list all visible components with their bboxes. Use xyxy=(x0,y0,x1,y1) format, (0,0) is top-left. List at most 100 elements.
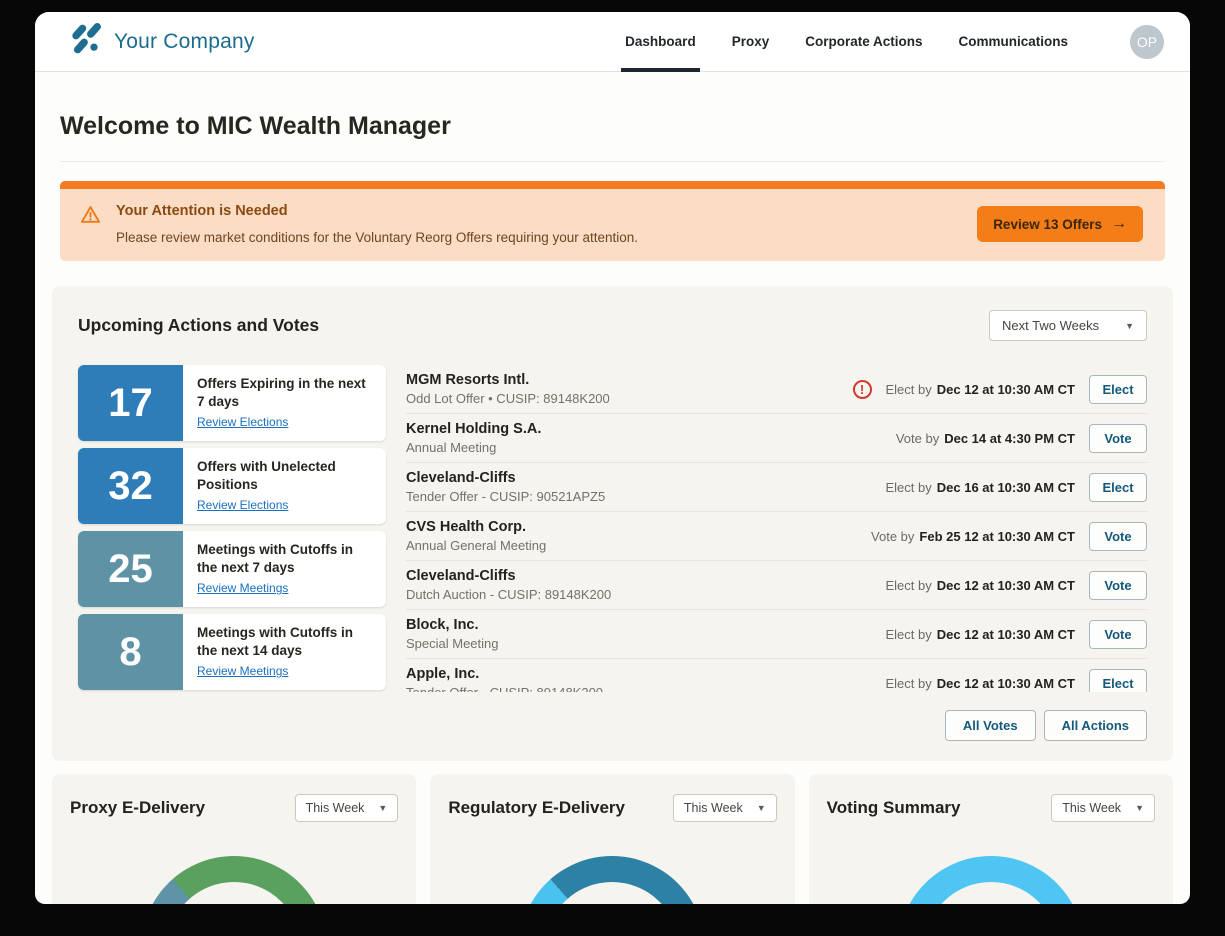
warning-triangle-icon xyxy=(80,205,101,229)
deadline-date: Dec 12 at 10:30 AM CT xyxy=(937,676,1075,691)
voting-donut-chart xyxy=(898,856,1084,904)
deadline-date: Dec 16 at 10:30 AM CT xyxy=(937,480,1075,495)
nav-proxy[interactable]: Proxy xyxy=(732,12,770,72)
all-actions-button[interactable]: All Actions xyxy=(1044,710,1147,741)
review-elections-link[interactable]: Review Elections xyxy=(197,415,374,429)
stat-label: Meetings with Cutoffs in the next 14 day… xyxy=(197,624,374,660)
vote-button[interactable]: Vote xyxy=(1089,522,1147,551)
chevron-down-icon: ▼ xyxy=(1135,803,1144,813)
deadline: Elect by Dec 16 at 10:30 AM CT xyxy=(886,480,1076,495)
timeframe-select[interactable]: Next Two Weeks ▼ xyxy=(989,310,1147,341)
chevron-down-icon: ▼ xyxy=(1125,321,1134,331)
stat-unelected-positions[interactable]: 32 Offers with Unelected Positions Revie… xyxy=(78,448,386,524)
top-navigation-bar: Your Company Dashboard Proxy Corporate A… xyxy=(35,12,1190,72)
company-name: Cleveland-Cliffs xyxy=(406,568,611,584)
arrow-right-icon: → xyxy=(1111,215,1127,233)
vote-button[interactable]: Vote xyxy=(1089,620,1147,649)
alert-title: Your Attention is Needed xyxy=(116,203,638,219)
actions-list-viewport[interactable]: MGM Resorts Intl. Odd Lot Offer • CUSIP:… xyxy=(406,365,1147,692)
company-name: Cleveland-Cliffs xyxy=(406,470,605,486)
deadline-label: Elect by xyxy=(886,676,932,691)
vote-button[interactable]: Vote xyxy=(1089,424,1147,453)
offer-detail: Annual Meeting xyxy=(406,440,541,455)
deadline: Vote byDec 14 at 4:30 PM CT xyxy=(896,431,1075,446)
actions-list: MGM Resorts Intl. Odd Lot Offer • CUSIP:… xyxy=(406,365,1147,741)
deadline-label: Elect by xyxy=(886,578,932,593)
elect-button[interactable]: Elect xyxy=(1089,669,1147,693)
company-name: Block, Inc. xyxy=(406,617,499,633)
offer-detail: Tender Offer - CUSIP: 89148K200 xyxy=(406,685,603,692)
elect-button[interactable]: Elect xyxy=(1089,375,1147,404)
stat-count: 8 xyxy=(78,614,183,690)
deadline-date: Dec 12 at 10:30 AM CT xyxy=(937,627,1075,642)
offer-detail: Dutch Auction - CUSIP: 89148K200 xyxy=(406,587,611,602)
urgent-exclamation-icon: ! xyxy=(853,380,872,399)
brand[interactable]: Your Company xyxy=(67,22,255,61)
nav-communications[interactable]: Communications xyxy=(958,12,1068,72)
stat-label: Offers with Unelected Positions xyxy=(197,458,374,494)
deadline-label: Elect by xyxy=(886,480,932,495)
chevron-down-icon: ▼ xyxy=(757,803,766,813)
alert-accent-bar xyxy=(60,181,1165,189)
offer-detail: Odd Lot Offer • CUSIP: 89148K200 xyxy=(406,391,610,406)
stat-count: 32 xyxy=(78,448,183,524)
review-offers-button[interactable]: Review 13 Offers → xyxy=(977,206,1143,242)
elect-button[interactable]: Elect xyxy=(1089,473,1147,502)
stat-count: 17 xyxy=(78,365,183,441)
page-header: Welcome to MIC Wealth Manager xyxy=(35,72,1190,162)
offer-detail: Special Meeting xyxy=(406,636,499,651)
stat-meetings-7-days[interactable]: 25 Meetings with Cutoffs in the next 7 d… xyxy=(78,531,386,607)
deadline-label: Elect by xyxy=(886,382,932,397)
nav-dashboard[interactable]: Dashboard xyxy=(625,12,696,72)
chart-title: Voting Summary xyxy=(827,798,961,818)
page-title: Welcome to MIC Wealth Manager xyxy=(60,112,1165,162)
voting-timeframe-select[interactable]: This Week ▼ xyxy=(1051,794,1155,822)
action-row: MGM Resorts Intl. Odd Lot Offer • CUSIP:… xyxy=(406,365,1147,414)
deadline-label: Vote by xyxy=(871,529,914,544)
regulatory-timeframe-select[interactable]: This Week ▼ xyxy=(673,794,777,822)
timeframe-value: This Week xyxy=(306,801,365,815)
upcoming-title: Upcoming Actions and Votes xyxy=(78,315,319,336)
company-name: MGM Resorts Intl. xyxy=(406,372,610,388)
chart-title: Proxy E-Delivery xyxy=(70,798,205,818)
deadline: Elect by Dec 12 at 10:30 AM CT xyxy=(886,627,1076,642)
action-row: Cleveland-Cliffs Tender Offer - CUSIP: 9… xyxy=(406,463,1147,512)
proxy-donut-chart xyxy=(141,856,327,904)
chevron-down-icon: ▼ xyxy=(378,803,387,813)
stat-label: Meetings with Cutoffs in the next 7 days xyxy=(197,541,374,577)
summary-charts-row: Proxy E-Delivery This Week ▼ Regulatory … xyxy=(52,774,1173,904)
app-window: Your Company Dashboard Proxy Corporate A… xyxy=(35,12,1190,904)
proxy-edelivery-card: Proxy E-Delivery This Week ▼ xyxy=(52,774,416,904)
action-row: Block, Inc. Special Meeting Elect by Dec … xyxy=(406,610,1147,659)
deadline-label: Elect by xyxy=(886,627,932,642)
company-name: Kernel Holding S.A. xyxy=(406,421,541,437)
offer-detail: Annual General Meeting xyxy=(406,538,546,553)
brand-name: Your Company xyxy=(114,30,255,54)
action-row: CVS Health Corp. Annual General Meeting … xyxy=(406,512,1147,561)
review-meetings-link[interactable]: Review Meetings xyxy=(197,664,374,678)
stat-offers-expiring[interactable]: 17 Offers Expiring in the next 7 days Re… xyxy=(78,365,386,441)
deadline-date: Dec 12 at 10:30 AM CT xyxy=(937,578,1075,593)
deadline-date: Feb 25 12 at 10:30 AM CT xyxy=(919,529,1075,544)
company-name: CVS Health Corp. xyxy=(406,519,546,535)
regulatory-edelivery-card: Regulatory E-Delivery This Week ▼ xyxy=(430,774,794,904)
stat-label: Offers Expiring in the next 7 days xyxy=(197,375,374,411)
review-elections-link[interactable]: Review Elections xyxy=(197,498,374,512)
vote-button[interactable]: Vote xyxy=(1089,571,1147,600)
timeframe-value: This Week xyxy=(1062,801,1121,815)
timeframe-value: This Week xyxy=(684,801,743,815)
company-logo-icon xyxy=(67,22,103,61)
user-avatar[interactable]: OP xyxy=(1130,25,1164,59)
deadline-date: Dec 12 at 10:30 AM CT xyxy=(937,382,1075,397)
stat-meetings-14-days[interactable]: 8 Meetings with Cutoffs in the next 14 d… xyxy=(78,614,386,690)
voting-summary-card: Voting Summary This Week ▼ xyxy=(809,774,1173,904)
timeframe-value: Next Two Weeks xyxy=(1002,318,1099,333)
all-votes-button[interactable]: All Votes xyxy=(945,710,1036,741)
proxy-timeframe-select[interactable]: This Week ▼ xyxy=(295,794,399,822)
action-row: Kernel Holding S.A. Annual Meeting Vote … xyxy=(406,414,1147,463)
deadline: Elect by Dec 12 at 10:30 AM CT xyxy=(886,676,1076,691)
deadline: Vote by Feb 25 12 at 10:30 AM CT xyxy=(871,529,1075,544)
review-meetings-link[interactable]: Review Meetings xyxy=(197,581,374,595)
stats-column: 17 Offers Expiring in the next 7 days Re… xyxy=(78,365,386,741)
nav-corporate-actions[interactable]: Corporate Actions xyxy=(805,12,922,72)
